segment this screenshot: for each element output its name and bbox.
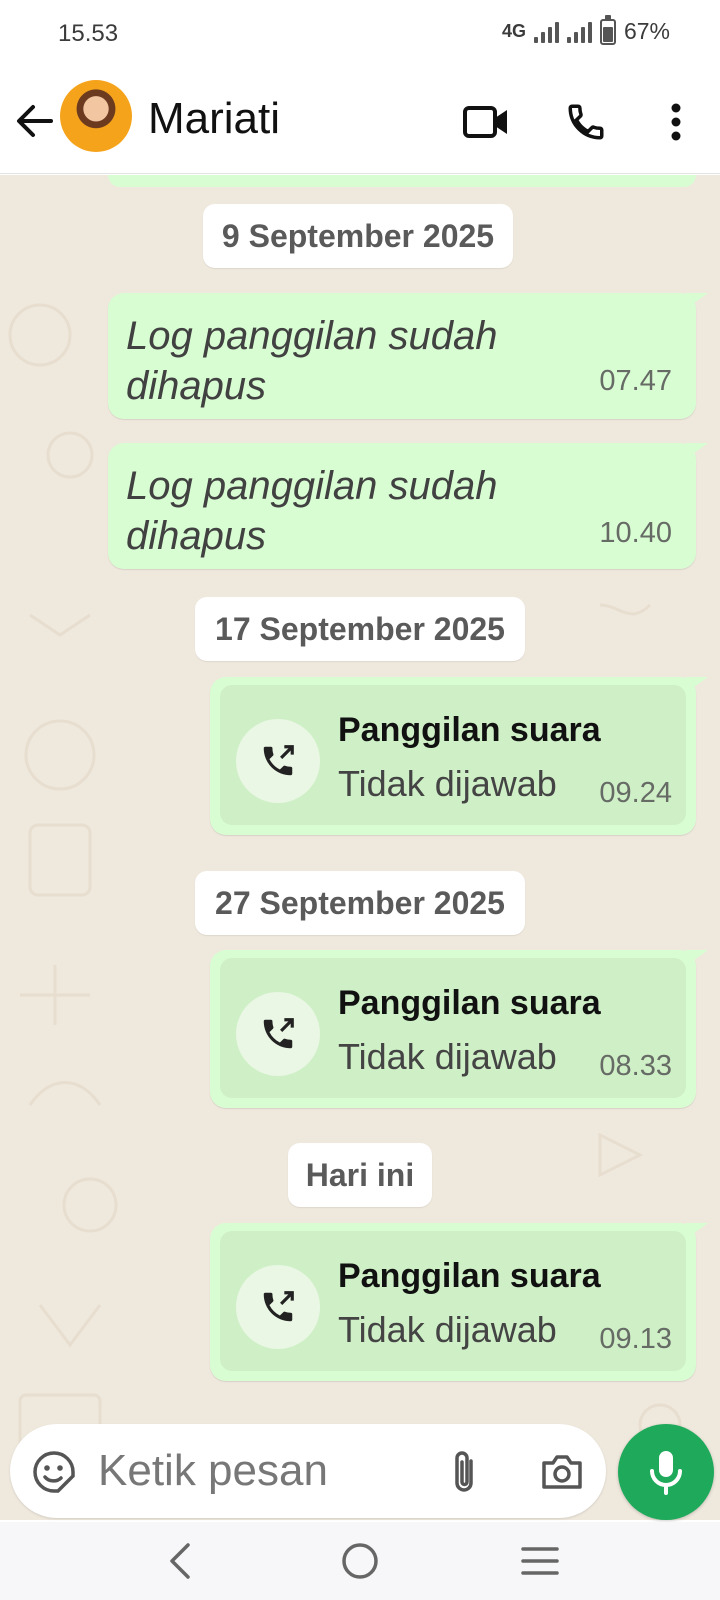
missed-call-icon — [236, 992, 320, 1076]
mic-button[interactable] — [618, 1424, 714, 1520]
date-chip: 27 September 2025 — [195, 871, 525, 935]
back-arrow-icon[interactable] — [10, 96, 60, 146]
contact-name[interactable]: Mariati — [148, 94, 280, 144]
date-chip: 17 September 2025 — [195, 597, 525, 661]
missed-call-icon — [236, 719, 320, 803]
voice-call-icon[interactable] — [556, 92, 616, 152]
nav-back-icon[interactable] — [150, 1534, 210, 1588]
message-bubble[interactable]: Log panggilan sudah dihapus 10.40 — [108, 443, 708, 569]
date-chip: 9 September 2025 — [203, 204, 513, 268]
call-status: Tidak dijawab — [338, 1036, 557, 1077]
message-composer — [10, 1424, 606, 1518]
call-status: Tidak dijawab — [338, 1309, 557, 1350]
network-type: 4G — [501, 21, 526, 41]
battery-icon — [599, 14, 616, 45]
status-time: 15.53 — [58, 20, 119, 47]
message-time: 10.40 — [599, 517, 672, 549]
message-time: 09.13 — [599, 1323, 672, 1355]
status-indicators: 4G 67% — [501, 14, 670, 45]
message-time: 09.24 — [599, 777, 672, 809]
deleted-message-text: Log panggilan sudah dihapus — [126, 314, 498, 408]
chat-header: Mariati — [0, 68, 720, 174]
nav-home-icon[interactable] — [330, 1534, 390, 1588]
chat-area[interactable]: 9 September 2025 Log panggilan sudah dih… — [0, 175, 720, 1520]
call-title: Panggilan suara — [338, 711, 601, 749]
call-title: Panggilan suara — [338, 1257, 601, 1295]
video-call-icon[interactable] — [456, 92, 516, 152]
sticker-icon[interactable] — [28, 1446, 80, 1498]
missed-call-icon — [236, 1265, 320, 1349]
call-bubble[interactable]: Panggilan suara Tidak dijawab 09.24 — [210, 677, 708, 835]
camera-icon[interactable] — [532, 1444, 592, 1500]
previous-bubble — [108, 175, 696, 187]
call-title: Panggilan suara — [338, 984, 601, 1022]
signal-icon-2 — [566, 21, 592, 43]
deleted-message-text: Log panggilan sudah dihapus — [126, 464, 498, 558]
attach-icon[interactable] — [436, 1444, 492, 1500]
nav-recents-icon[interactable] — [510, 1534, 570, 1588]
message-time: 07.47 — [599, 365, 672, 397]
call-bubble[interactable]: Panggilan suara Tidak dijawab 09.13 — [210, 1223, 708, 1381]
message-bubble[interactable]: Log panggilan sudah dihapus 07.47 — [108, 293, 708, 419]
message-time: 08.33 — [599, 1050, 672, 1082]
call-status: Tidak dijawab — [338, 763, 557, 804]
more-vert-icon[interactable] — [646, 92, 706, 152]
system-nav-bar — [0, 1522, 720, 1600]
mic-icon — [650, 1451, 682, 1495]
signal-icon — [533, 21, 559, 43]
call-bubble[interactable]: Panggilan suara Tidak dijawab 08.33 — [210, 950, 708, 1108]
date-chip: Hari ini — [288, 1143, 432, 1207]
message-input[interactable] — [98, 1436, 418, 1506]
battery-percent: 67% — [623, 18, 670, 44]
status-bar: 15.53 4G 67% — [0, 0, 720, 68]
avatar[interactable] — [60, 80, 132, 152]
